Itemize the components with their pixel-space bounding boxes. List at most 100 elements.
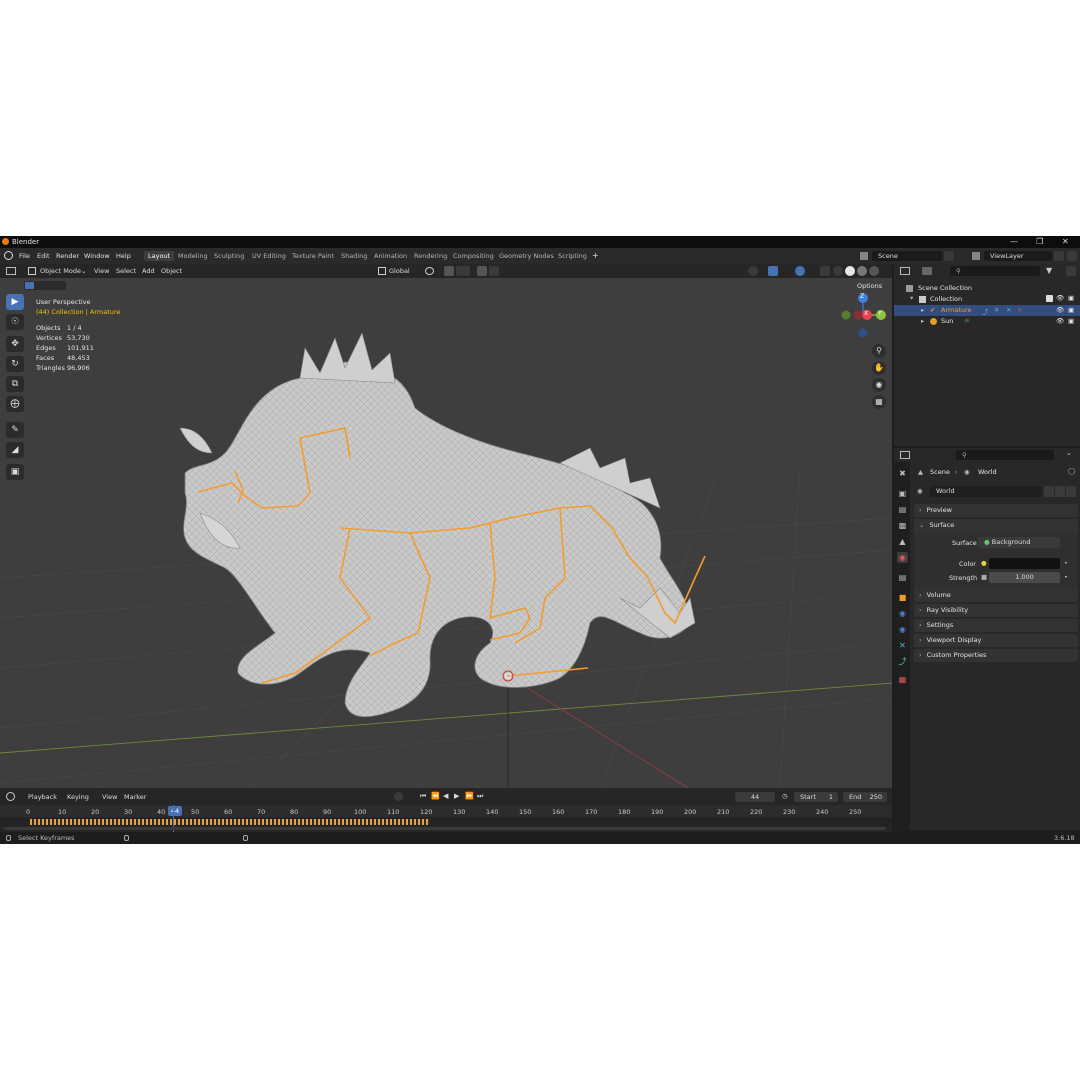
chevron-down-icon[interactable]: ⌄ <box>1066 449 1072 457</box>
jump-keyframe-forward-icon[interactable]: ⏩ <box>465 792 474 800</box>
menu-help[interactable]: Help <box>116 252 131 260</box>
tab-texture-paint[interactable]: Texture Paint <box>288 251 338 261</box>
3d-viewport[interactable]: Z X Y Options User Perspective (44) Coll… <box>0 278 892 788</box>
solid-shading-icon[interactable] <box>845 266 855 276</box>
color-swatch[interactable] <box>989 558 1060 569</box>
xray-icon[interactable] <box>820 266 830 276</box>
outliner-item-collection[interactable]: Collection <box>930 295 962 303</box>
modifier-tab-icon[interactable]: ◉ <box>897 608 908 619</box>
texture-tab-icon[interactable]: ▦ <box>897 674 908 685</box>
timeline-menu-view[interactable]: View <box>102 793 117 801</box>
world-tab-icon[interactable]: ◉ <box>897 552 908 563</box>
filter-icon[interactable]: ▼ <box>1046 266 1052 275</box>
rotate-tool-icon[interactable]: ↻ <box>6 356 24 372</box>
select-new-icon[interactable] <box>25 282 34 289</box>
add-workspace-button[interactable]: + <box>592 251 599 260</box>
snap-target-icon[interactable] <box>456 266 470 276</box>
visibility-icon[interactable] <box>748 266 758 276</box>
start-frame-field[interactable]: Start 1 <box>794 792 838 802</box>
select-box-mode-group[interactable] <box>24 281 66 290</box>
measure-tool-icon[interactable]: ◢ <box>6 442 24 458</box>
collection-tab-icon[interactable]: ▤ <box>897 572 908 583</box>
proportional-edit-icon[interactable] <box>477 266 487 276</box>
tab-uv-editing[interactable]: UV Editing <box>248 251 290 261</box>
perspective-toggle-icon[interactable]: ▦ <box>872 395 886 409</box>
timeline-editor-icon[interactable] <box>6 792 15 801</box>
minimize-icon[interactable]: — <box>1010 237 1018 246</box>
tab-shading[interactable]: Shading <box>337 251 371 261</box>
strength-field[interactable]: 1.000 <box>989 572 1060 583</box>
tab-geometry-nodes[interactable]: Geometry Nodes <box>495 251 558 261</box>
pivot-point-icon[interactable] <box>425 267 434 275</box>
outliner-item-armature[interactable]: Armature <box>941 306 972 314</box>
world-browse-icon[interactable]: ◉ <box>917 487 923 495</box>
surface-shader-selector[interactable]: ● Background <box>978 537 1060 548</box>
add-cube-tool-icon[interactable]: ▣ <box>6 464 24 480</box>
panel-viewport-display[interactable]: › Viewport Display <box>914 634 1078 647</box>
keyframe-markers[interactable] <box>30 819 430 825</box>
eye-icon[interactable]: 👁 <box>1056 294 1064 302</box>
creature-mesh[interactable] <box>179 332 696 718</box>
camera-icon[interactable]: ▣ <box>1068 306 1074 314</box>
viewport-menu-select[interactable]: Select <box>116 267 136 275</box>
gizmo-toggle-icon[interactable] <box>768 266 778 276</box>
object-tab-icon[interactable]: ■ <box>897 592 908 603</box>
jump-end-icon[interactable]: ⏭ <box>477 792 483 801</box>
panel-ray-visibility[interactable]: › Ray Visibility <box>914 604 1078 617</box>
rendered-shading-icon[interactable] <box>869 266 879 276</box>
eye-icon[interactable]: 👁 <box>1056 306 1064 314</box>
record-icon[interactable] <box>394 792 403 801</box>
world-name-field[interactable]: World <box>930 486 1042 497</box>
new-view-layer-icon[interactable] <box>1054 251 1064 261</box>
transform-orientation-selector[interactable]: Global <box>389 267 410 275</box>
material-shading-icon[interactable] <box>857 266 867 276</box>
color-link-icon[interactable]: • <box>1064 559 1068 567</box>
tool-tab-icon[interactable]: ✖ <box>897 468 908 479</box>
panel-settings[interactable]: › Settings <box>914 619 1078 632</box>
options-dropdown[interactable]: Options <box>857 282 882 290</box>
outliner-item-scene-collection[interactable]: Scene Collection <box>918 284 972 292</box>
overlay-toggle-icon[interactable] <box>795 266 805 276</box>
tab-animation[interactable]: Animation <box>370 251 411 261</box>
cursor-tool-icon[interactable]: ☉ <box>6 314 24 330</box>
timeline-menu-playback[interactable]: Playback <box>28 793 57 801</box>
strength-link-icon[interactable]: • <box>1064 573 1068 581</box>
menu-render[interactable]: Render <box>56 252 79 260</box>
timeline-scrollbar[interactable] <box>4 827 886 830</box>
breadcrumb-scene[interactable]: Scene <box>930 468 950 476</box>
properties-search-input[interactable]: ⚲ <box>956 450 1054 460</box>
close-icon[interactable]: ✕ <box>1062 237 1069 246</box>
snap-icon[interactable] <box>444 266 454 276</box>
output-tab-icon[interactable]: ▤ <box>897 504 908 515</box>
outliner-item-sun[interactable]: Sun <box>941 317 953 325</box>
view-layer-selector[interactable]: ViewLayer <box>984 251 1052 261</box>
collection-checkbox-icon[interactable] <box>1046 295 1053 302</box>
pin-icon[interactable]: ◯ <box>1068 467 1075 475</box>
tab-compositing[interactable]: Compositing <box>449 251 498 261</box>
maximize-icon[interactable]: ❐ <box>1036 237 1043 246</box>
bone-tab-icon[interactable]: ⤴ <box>897 656 908 667</box>
camera-icon[interactable]: ▣ <box>1068 294 1074 302</box>
timeline-menu-marker[interactable]: Marker <box>124 793 146 801</box>
tab-scripting[interactable]: Scripting <box>554 251 591 261</box>
select-box-tool-icon[interactable]: ▶ <box>6 294 24 310</box>
physics-tab-icon[interactable]: ◉ <box>897 624 908 635</box>
camera-view-icon[interactable]: ◉ <box>872 378 886 392</box>
viewport-menu-object[interactable]: Object <box>161 267 182 275</box>
mode-selector[interactable]: Object Mode <box>40 267 81 275</box>
camera-icon[interactable]: ▣ <box>1068 317 1074 325</box>
chevron-right-icon[interactable]: ▸ <box>921 306 924 314</box>
display-mode-icon[interactable] <box>922 267 932 275</box>
outliner-search-input[interactable]: ⚲ <box>950 266 1040 276</box>
pan-hand-icon[interactable]: ✋ <box>872 361 886 375</box>
falloff-icon[interactable] <box>489 266 499 276</box>
zoom-icon[interactable]: ⚲ <box>872 344 886 358</box>
transform-tool-icon[interactable]: ⨁ <box>6 396 24 412</box>
eye-icon[interactable]: 👁 <box>1056 317 1064 325</box>
object-data-tab-icon[interactable]: ✕ <box>897 640 908 651</box>
new-scene-icon[interactable] <box>944 251 954 261</box>
tab-modeling[interactable]: Modeling <box>174 251 212 261</box>
menu-file[interactable]: File <box>19 252 30 260</box>
timeline-menu-keying[interactable]: Keying <box>67 793 89 801</box>
panel-surface[interactable]: ⌄ Surface <box>914 519 1078 532</box>
